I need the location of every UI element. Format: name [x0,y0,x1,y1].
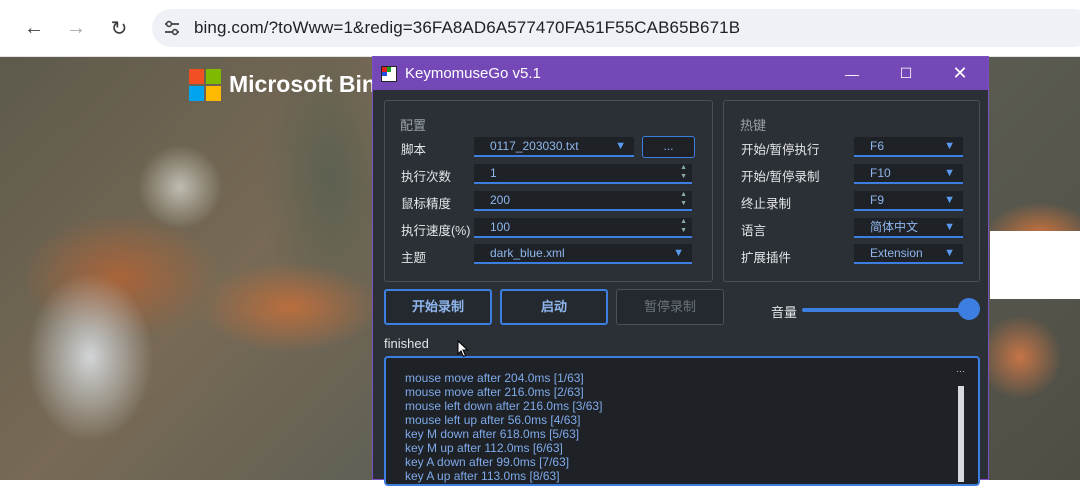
mouse-cursor-icon [457,340,469,358]
back-icon[interactable]: ← [20,14,48,42]
scroll-up-icon[interactable]: … [956,364,965,374]
speed-value: 100 [490,220,511,234]
minimize-icon[interactable]: — [829,57,875,90]
hotkey-label-stop: 终止录制 [741,197,792,211]
script-label: 脚本 [401,143,427,157]
speed-spinbox[interactable]: 100 ▲ ▼ [474,218,692,238]
volume-label: 音量 [771,305,798,320]
hotkey-group-title: 热键 [740,118,767,133]
speed-label: 执行速度(%) [401,224,471,238]
chevron-down-icon: ▼ [944,221,955,233]
theme-value: dark_blue.xml [490,246,565,260]
hotkey-run-value: F6 [870,139,885,153]
chevron-down-icon: ▼ [615,140,626,152]
run-count-label: 执行次数 [401,170,452,184]
log-line: key A up after 113.0ms [8/63] [405,469,560,483]
volume-slider-track[interactable] [802,308,969,312]
reload-icon[interactable]: ↻ [105,14,133,42]
hotkey-label-run: 开始/暂停执行 [741,143,820,157]
browse-button[interactable]: ... [642,136,695,158]
config-group-title: 配置 [400,118,427,133]
run-count-spinbox[interactable]: 1 ▲ ▼ [474,164,692,184]
hotkey-label-record: 开始/暂停录制 [741,170,820,184]
status-text: finished [384,336,429,351]
hotkey-run-dropdown[interactable]: F6 ▼ [854,137,963,157]
language-label: 语言 [741,224,767,238]
close-icon[interactable]: ✕ [937,57,983,90]
language-value: 简体中文 [870,220,919,234]
config-group: 配置 脚本 0117_203030.txt ▼ ... 执行次数 1 ▲ ▼ 鼠标… [384,100,713,282]
mouse-precision-value: 200 [490,193,511,207]
log-line: mouse move after 216.0ms [2/63] [405,385,584,399]
hotkey-record-value: F10 [870,166,891,180]
run-count-value: 1 [490,166,497,180]
log-panel[interactable]: mouse move after 204.0ms [1/63] mouse mo… [384,356,980,486]
spin-arrows-icon[interactable]: ▲ ▼ [680,163,687,181]
maximize-icon[interactable]: ☐ [883,57,929,90]
theme-label: 主题 [401,251,427,265]
spin-arrows-icon[interactable]: ▲ ▼ [680,190,687,208]
hotkey-stop-value: F9 [870,193,885,207]
title-bar[interactable]: KeymomuseGo v5.1 — ☐ ✕ [373,57,988,90]
log-line: key M down after 618.0ms [5/63] [405,427,580,441]
log-line: mouse left down after 216.0ms [3/63] [405,399,603,413]
log-line: key A down after 99.0ms [7/63] [405,455,570,469]
app-window: KeymomuseGo v5.1 — ☐ ✕ 配置 脚本 0117_203030… [372,56,989,486]
site-settings-icon[interactable] [162,18,182,38]
chevron-down-icon: ▼ [673,247,684,259]
launch-button[interactable]: 启动 [500,289,608,325]
language-dropdown[interactable]: 简体中文 ▼ [854,218,963,238]
theme-dropdown[interactable]: dark_blue.xml ▼ [474,244,692,264]
spin-arrows-icon[interactable]: ▲ ▼ [680,217,687,235]
log-line: mouse left up after 56.0ms [4/63] [405,413,581,427]
extension-value: Extension [870,246,923,260]
url-text[interactable]: bing.com/?toWww=1&redig=36FA8AD6A577470F… [194,18,740,38]
log-line: mouse move after 204.0ms [1/63] [405,371,584,385]
mouse-precision-spinbox[interactable]: 200 ▲ ▼ [474,191,692,211]
log-line: key M up after 112.0ms [6/63] [405,441,563,455]
browser-toolbar: ← → ↻ bing.com/?toWww=1&redig=36FA8AD6A5… [0,0,1080,57]
window-title: KeymomuseGo v5.1 [405,65,541,82]
chevron-down-icon: ▼ [944,247,955,259]
hotkey-stop-dropdown[interactable]: F9 ▼ [854,191,963,211]
address-bar[interactable]: bing.com/?toWww=1&redig=36FA8AD6A577470F… [152,9,1080,47]
microsoft-logo-icon[interactable] [189,69,221,101]
extension-dropdown[interactable]: Extension ▼ [854,244,963,264]
hotkey-record-dropdown[interactable]: F10 ▼ [854,164,963,184]
script-value: 0117_203030.txt [490,139,579,153]
extension-label: 扩展插件 [741,251,792,265]
app-icon [381,66,397,82]
log-scrollbar[interactable] [958,386,964,482]
volume-slider-handle[interactable] [958,298,980,320]
chevron-down-icon: ▼ [944,194,955,206]
forward-icon[interactable]: → [62,14,90,42]
page-panel [990,231,1080,299]
mouse-precision-label: 鼠标精度 [401,197,452,211]
script-dropdown[interactable]: 0117_203030.txt ▼ [474,137,634,157]
chevron-down-icon: ▼ [944,167,955,179]
bing-brand[interactable]: Microsoft Bing [229,71,390,98]
chevron-down-icon: ▼ [944,140,955,152]
hotkey-group: 热键 开始/暂停执行 F6 ▼ 开始/暂停录制 F10 ▼ 终止录制 F9 ▼ … [723,100,980,282]
start-record-button[interactable]: 开始录制 [384,289,492,325]
pause-record-button[interactable]: 暂停录制 [616,289,724,325]
